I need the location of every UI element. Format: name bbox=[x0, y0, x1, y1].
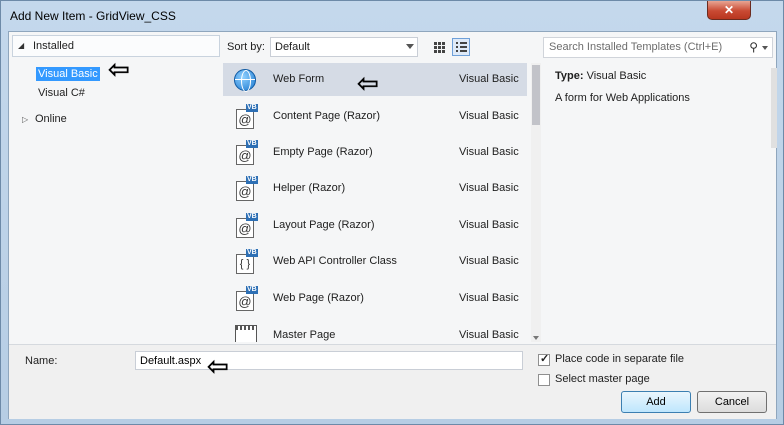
template-name: Empty Page (Razor) bbox=[273, 146, 373, 158]
template-name: Master Page bbox=[273, 329, 336, 341]
master-page-checkbox[interactable] bbox=[538, 374, 550, 386]
list-icon bbox=[456, 42, 467, 53]
name-label: Name: bbox=[25, 355, 58, 367]
name-input[interactable] bbox=[135, 351, 523, 370]
separate-file-label[interactable]: Place code in separate file bbox=[555, 353, 684, 365]
template-name: Web Form bbox=[273, 73, 325, 85]
scroll-down-icon[interactable] bbox=[533, 336, 539, 340]
razor-page-icon: @ VB bbox=[233, 286, 258, 312]
template-name: Helper (Razor) bbox=[273, 182, 346, 194]
template-row-web-api-controller[interactable]: { } VB Web API Controller Class Visual Ba… bbox=[223, 245, 527, 278]
details-type-label: Type: bbox=[555, 70, 584, 82]
grid-view-button[interactable] bbox=[430, 38, 448, 56]
separate-file-checkbox[interactable] bbox=[538, 352, 550, 366]
cancel-button[interactable]: Cancel bbox=[697, 391, 767, 413]
close-icon: ✕ bbox=[723, 3, 735, 17]
razor-page-icon: @ VB bbox=[233, 104, 258, 130]
window-title: Add New Item - GridView_CSS bbox=[10, 9, 176, 23]
template-name: Content Page (Razor) bbox=[273, 110, 380, 122]
template-row-master-page[interactable]: Master Page Visual Basic bbox=[223, 319, 527, 342]
template-name: Layout Page (Razor) bbox=[273, 219, 375, 231]
chevron-down-icon[interactable] bbox=[762, 46, 768, 50]
tree-item-visual-basic[interactable]: Visual Basic bbox=[36, 67, 100, 81]
template-language: Visual Basic bbox=[459, 182, 519, 194]
details-description: A form for Web Applications bbox=[555, 92, 690, 104]
annotation-arrow-icon: ⇦ bbox=[108, 54, 130, 84]
search-box[interactable]: Search Installed Templates (Ctrl+E) ⚲ bbox=[543, 37, 773, 58]
close-button[interactable]: ✕ bbox=[707, 1, 751, 20]
template-language: Visual Basic bbox=[459, 292, 519, 304]
collapse-icon[interactable]: ▷ bbox=[22, 115, 28, 124]
template-language: Visual Basic bbox=[459, 110, 519, 122]
master-page-icon bbox=[233, 323, 257, 342]
add-button[interactable]: Add bbox=[621, 391, 691, 413]
details-scrollbar[interactable] bbox=[771, 68, 777, 148]
template-row-helper[interactable]: @ VB Helper (Razor) Visual Basic bbox=[223, 172, 527, 205]
template-language: Visual Basic bbox=[459, 146, 519, 158]
dialog-client: ◢ Installed Visual Basic Visual C# ▷ Onl… bbox=[8, 31, 777, 419]
sort-label: Sort by: bbox=[227, 41, 265, 53]
expand-icon[interactable]: ◢ bbox=[18, 41, 24, 50]
sort-selected-value: Default bbox=[275, 41, 310, 53]
template-row-content-page[interactable]: @ VB Content Page (Razor) Visual Basic bbox=[223, 100, 527, 133]
template-row-layout-page[interactable]: @ VB Layout Page (Razor) Visual Basic bbox=[223, 209, 527, 242]
tree-node-label: Installed bbox=[33, 40, 74, 52]
search-placeholder: Search Installed Templates (Ctrl+E) bbox=[549, 41, 723, 53]
razor-page-icon: @ VB bbox=[233, 213, 258, 239]
chevron-down-icon bbox=[406, 44, 414, 49]
template-language: Visual Basic bbox=[459, 329, 519, 341]
globe-icon bbox=[233, 67, 257, 93]
scrollbar-thumb[interactable] bbox=[532, 65, 540, 125]
search-icon[interactable]: ⚲ bbox=[749, 40, 758, 54]
template-language: Visual Basic bbox=[459, 255, 519, 267]
template-list: Web Form Visual Basic @ VB Content Page (… bbox=[223, 63, 541, 342]
details-type: Type: Visual Basic bbox=[555, 70, 646, 82]
master-page-label[interactable]: Select master page bbox=[555, 373, 650, 385]
tree-node-online[interactable]: Online bbox=[35, 113, 67, 125]
controller-class-icon: { } VB bbox=[233, 249, 258, 275]
tree-item-visual-csharp[interactable]: Visual C# bbox=[38, 87, 85, 99]
template-row-web-page[interactable]: @ VB Web Page (Razor) Visual Basic bbox=[223, 282, 527, 315]
details-type-value: Visual Basic bbox=[586, 70, 647, 82]
template-name: Web API Controller Class bbox=[273, 255, 397, 267]
razor-page-icon: @ VB bbox=[233, 140, 258, 166]
annotation-arrow-icon: ⇦ bbox=[357, 68, 379, 98]
template-language: Visual Basic bbox=[459, 73, 519, 85]
sort-select[interactable]: Default bbox=[270, 37, 418, 57]
grid-icon bbox=[434, 42, 445, 53]
template-language: Visual Basic bbox=[459, 219, 519, 231]
template-row-empty-page[interactable]: @ VB Empty Page (Razor) Visual Basic bbox=[223, 136, 527, 169]
template-list-scrollbar[interactable] bbox=[531, 63, 541, 342]
bottom-panel: Name: Place code in separate file Select… bbox=[9, 344, 776, 419]
template-name: Web Page (Razor) bbox=[273, 292, 364, 304]
razor-page-icon: @ VB bbox=[233, 176, 258, 202]
list-view-button[interactable] bbox=[452, 38, 470, 56]
title-bar[interactable]: Add New Item - GridView_CSS ✕ bbox=[1, 1, 783, 31]
annotation-arrow-icon: ⇦ bbox=[207, 351, 229, 381]
